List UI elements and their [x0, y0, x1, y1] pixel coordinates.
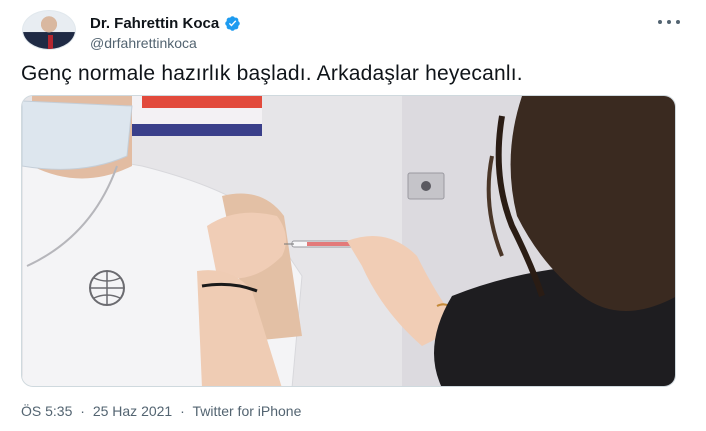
more-dot — [676, 20, 680, 24]
avatar-tie — [48, 35, 53, 49]
meta-separator: · — [180, 403, 185, 419]
more-dot — [658, 20, 662, 24]
tweet-photo[interactable] — [21, 95, 676, 387]
tweet-date[interactable]: 25 Haz 2021 — [93, 403, 172, 419]
author-handle[interactable]: @drfahrettinkoca — [90, 35, 241, 51]
tweet-time[interactable]: ÖS 5:35 — [21, 403, 72, 419]
author-name[interactable]: Dr. Fahrettin Koca — [90, 15, 219, 32]
tweet-text: Genç normale hazırlık başladı. Arkadaşla… — [21, 62, 523, 85]
tweet-header: Dr. Fahrettin Koca @drfahrettinkoca — [90, 13, 241, 51]
vaccination-photo — [22, 96, 675, 386]
tweet-meta: ÖS 5:35 · 25 Haz 2021 · Twitter for iPho… — [21, 403, 301, 419]
more-dot — [667, 20, 671, 24]
tweet-card: Dr. Fahrettin Koca @drfahrettinkoca Genç… — [0, 0, 706, 431]
verified-badge-icon — [225, 15, 240, 31]
tweet-source[interactable]: Twitter for iPhone — [192, 403, 301, 419]
author-name-row: Dr. Fahrettin Koca — [90, 13, 241, 33]
meta-separator: · — [80, 403, 85, 419]
author-avatar[interactable] — [22, 10, 76, 50]
more-options-icon[interactable] — [658, 14, 680, 30]
